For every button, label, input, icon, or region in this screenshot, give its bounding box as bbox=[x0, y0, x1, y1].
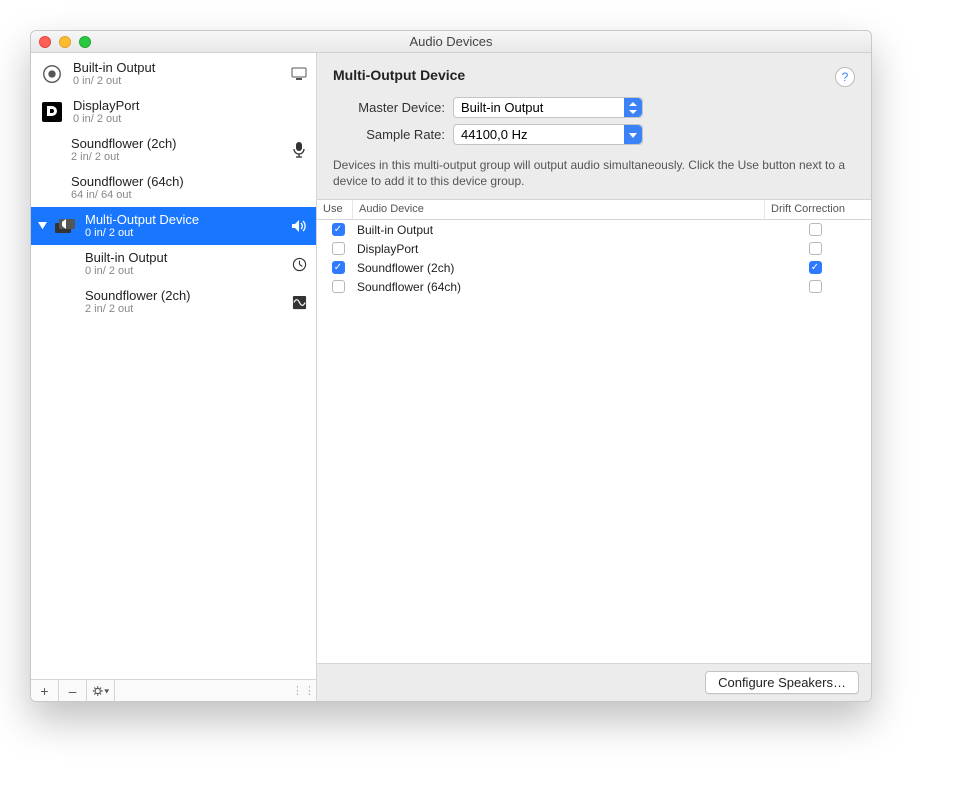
row-name: Soundflower (2ch) bbox=[353, 261, 765, 275]
device-built-in-output[interactable]: Built-in Output 0 in/ 2 out bbox=[31, 55, 316, 93]
device-label: Soundflower (2ch) bbox=[71, 136, 288, 152]
device-label: Built-in Output bbox=[85, 250, 288, 266]
drift-checkbox[interactable] bbox=[809, 261, 822, 274]
master-device-value: Built-in Output bbox=[461, 100, 543, 115]
use-checkbox[interactable] bbox=[332, 261, 345, 274]
table-body: Built-in Output DisplayPort Soundflower … bbox=[317, 220, 871, 663]
col-use[interactable]: Use bbox=[317, 200, 353, 219]
device-label: Soundflower (2ch) bbox=[85, 288, 288, 304]
device-sub: 0 in/ 2 out bbox=[85, 265, 288, 278]
minimize-button[interactable] bbox=[59, 36, 71, 48]
configure-speakers-button[interactable]: Configure Speakers… bbox=[705, 671, 859, 694]
hint-text: Devices in this multi-output group will … bbox=[333, 157, 855, 189]
use-checkbox[interactable] bbox=[332, 242, 345, 255]
row-name: Built-in Output bbox=[353, 223, 765, 237]
main-panel: Multi-Output Device ? Master Device: Bui… bbox=[317, 53, 871, 701]
titlebar: Audio Devices bbox=[31, 31, 871, 53]
master-device-label: Master Device: bbox=[333, 100, 445, 115]
action-menu-button[interactable] bbox=[87, 680, 115, 702]
multi-output-icon bbox=[49, 215, 79, 237]
resize-grip-icon[interactable]: ⋮⋮ bbox=[292, 684, 316, 697]
sidebar-footer: + – ⋮⋮ bbox=[31, 679, 316, 701]
table-header: Use Audio Device Drift Correction bbox=[317, 200, 871, 220]
device-soundflower-2ch[interactable]: Soundflower (2ch) 2 in/ 2 out bbox=[31, 131, 316, 169]
device-sub: 2 in/ 2 out bbox=[71, 151, 288, 164]
device-sub: 2 in/ 2 out bbox=[85, 303, 288, 316]
device-sub: 64 in/ 64 out bbox=[71, 189, 288, 202]
chevron-down-icon bbox=[624, 125, 642, 144]
window-title: Audio Devices bbox=[31, 34, 871, 49]
table-row[interactable]: Built-in Output bbox=[317, 220, 871, 239]
help-button[interactable]: ? bbox=[835, 67, 855, 87]
device-label: Built-in Output bbox=[73, 60, 288, 76]
use-checkbox[interactable] bbox=[332, 280, 345, 293]
drift-checkbox[interactable] bbox=[809, 223, 822, 236]
drift-checkbox[interactable] bbox=[809, 280, 822, 293]
mic-icon bbox=[288, 142, 310, 158]
window: Audio Devices Built-in Output 0 in/ 2 ou… bbox=[30, 30, 872, 702]
master-device-select[interactable]: Built-in Output bbox=[453, 97, 643, 118]
device-displayport[interactable]: DisplayPort 0 in/ 2 out bbox=[31, 93, 316, 131]
device-sub: 0 in/ 2 out bbox=[73, 113, 288, 126]
device-label: Soundflower (64ch) bbox=[71, 174, 288, 190]
zoom-button[interactable] bbox=[79, 36, 91, 48]
chevron-up-down-icon bbox=[624, 98, 642, 117]
device-label: Multi-Output Device bbox=[85, 212, 288, 228]
speaker-icon bbox=[37, 63, 67, 85]
table-row[interactable]: Soundflower (64ch) bbox=[317, 277, 871, 296]
row-name: DisplayPort bbox=[353, 242, 765, 256]
remove-device-button[interactable]: – bbox=[59, 680, 87, 702]
use-checkbox[interactable] bbox=[332, 223, 345, 236]
monitor-icon bbox=[288, 67, 310, 81]
device-sub: 0 in/ 2 out bbox=[85, 227, 288, 240]
sound-output-icon bbox=[288, 219, 310, 233]
content: Built-in Output 0 in/ 2 out DisplayPort … bbox=[31, 53, 871, 701]
close-button[interactable] bbox=[39, 36, 51, 48]
sample-rate-combo[interactable]: 44100,0 Hz bbox=[453, 124, 643, 145]
disclosure-triangle-icon[interactable] bbox=[35, 222, 49, 231]
child-built-in-output[interactable]: Built-in Output 0 in/ 2 out bbox=[31, 245, 316, 283]
device-label: DisplayPort bbox=[73, 98, 288, 114]
sample-rate-value: 44100,0 Hz bbox=[461, 127, 528, 142]
device-sub: 0 in/ 2 out bbox=[73, 75, 288, 88]
sample-rate-label: Sample Rate: bbox=[333, 127, 445, 142]
device-soundflower-64ch[interactable]: Soundflower (64ch) 64 in/ 64 out bbox=[31, 169, 316, 207]
row-name: Soundflower (64ch) bbox=[353, 280, 765, 294]
device-list: Built-in Output 0 in/ 2 out DisplayPort … bbox=[31, 53, 316, 679]
child-soundflower-2ch[interactable]: Soundflower (2ch) 2 in/ 2 out bbox=[31, 283, 316, 321]
col-drift-correction[interactable]: Drift Correction bbox=[765, 200, 871, 219]
table-row[interactable]: Soundflower (2ch) bbox=[317, 258, 871, 277]
traffic-lights bbox=[39, 36, 91, 48]
col-audio-device[interactable]: Audio Device bbox=[353, 200, 765, 219]
header-block: Multi-Output Device ? Master Device: Bui… bbox=[317, 53, 871, 200]
drift-checkbox[interactable] bbox=[809, 242, 822, 255]
panel-title: Multi-Output Device bbox=[333, 67, 465, 83]
table-row[interactable]: DisplayPort bbox=[317, 239, 871, 258]
device-multi-output[interactable]: Multi-Output Device 0 in/ 2 out bbox=[31, 207, 316, 245]
add-device-button[interactable]: + bbox=[31, 680, 59, 702]
wave-icon bbox=[288, 295, 310, 310]
sidebar: Built-in Output 0 in/ 2 out DisplayPort … bbox=[31, 53, 317, 701]
footer: Configure Speakers… bbox=[317, 663, 871, 701]
clock-icon bbox=[288, 257, 310, 272]
displayport-icon bbox=[37, 100, 67, 124]
